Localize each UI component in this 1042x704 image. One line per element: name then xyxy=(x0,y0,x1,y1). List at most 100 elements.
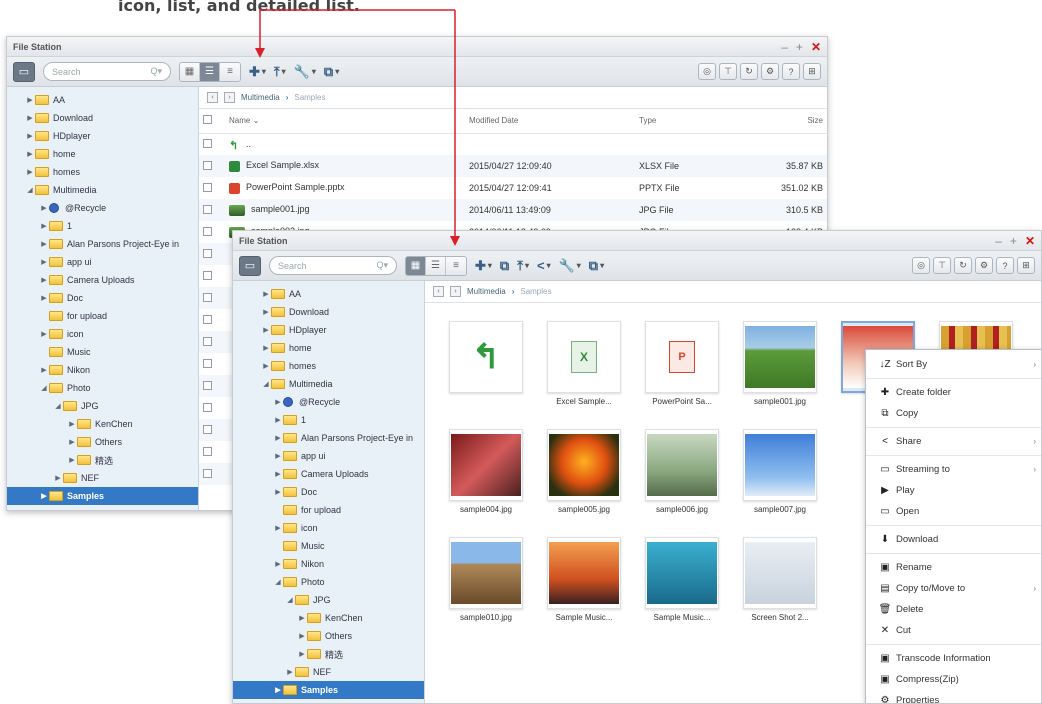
expand-arrow-icon[interactable]: ▶ xyxy=(261,308,271,316)
tree-item[interactable]: ▶ 1 xyxy=(233,411,424,429)
thumbnail-view-button[interactable]: ▦ xyxy=(180,62,200,81)
expand-arrow-icon[interactable]: ▶ xyxy=(25,132,35,140)
forward-icon[interactable]: › xyxy=(224,92,235,103)
file-tile[interactable]: ↰ xyxy=(443,321,529,397)
tree-item[interactable]: ◢ Multimedia xyxy=(7,181,198,199)
tree-item[interactable]: ▶ homes xyxy=(233,357,424,375)
expand-arrow-icon[interactable]: ▶ xyxy=(25,114,35,122)
tree-item[interactable]: ▶ Camera Uploads xyxy=(233,465,424,483)
context-menu-item[interactable]: ▣ Transcode Information xyxy=(866,648,1041,669)
expand-arrow-icon[interactable]: ▶ xyxy=(39,204,49,212)
list-view-button[interactable]: ☰ xyxy=(200,62,220,81)
tree-item[interactable]: ▶ app ui xyxy=(233,447,424,465)
row-checkbox[interactable] xyxy=(199,199,225,221)
expand-arrow-icon[interactable]: ◢ xyxy=(285,596,295,604)
expand-arrow-icon[interactable]: ▶ xyxy=(297,614,307,622)
expand-arrow-icon[interactable]: ▶ xyxy=(273,488,283,496)
row-checkbox[interactable] xyxy=(199,375,225,397)
column-header-size[interactable]: Size xyxy=(755,109,827,134)
row-checkbox[interactable] xyxy=(199,133,225,155)
context-menu-item[interactable]: ▤ Copy to/Move to › xyxy=(866,578,1041,599)
breadcrumb-item[interactable]: Samples xyxy=(294,93,325,102)
file-name-cell[interactable]: ↰.. xyxy=(225,133,465,155)
tree-item[interactable]: ▶ homes xyxy=(7,163,198,181)
tree-item[interactable]: ▶ Others xyxy=(233,627,424,645)
back-icon[interactable]: ‹ xyxy=(433,286,444,297)
expand-arrow-icon[interactable]: ▶ xyxy=(273,398,283,406)
expand-arrow-icon[interactable]: ▶ xyxy=(273,560,283,568)
column-header-type[interactable]: Type xyxy=(635,109,755,134)
tree-item[interactable]: Music xyxy=(7,343,198,361)
tree-item[interactable]: ▶ home xyxy=(7,145,198,163)
expand-arrow-icon[interactable]: ▶ xyxy=(67,438,77,446)
file-tile[interactable]: X Excel Sample... xyxy=(541,321,627,406)
tree-item[interactable]: Music xyxy=(233,537,424,555)
tree-item[interactable]: ◢ JPG xyxy=(7,397,198,415)
copy-button[interactable]: ⧉ xyxy=(500,258,509,274)
funnel-icon[interactable]: ⊤ xyxy=(719,63,737,80)
row-checkbox[interactable] xyxy=(199,287,225,309)
file-name-cell[interactable]: PowerPoint Sample.pptx xyxy=(225,177,465,199)
expand-arrow-icon[interactable]: ▶ xyxy=(53,474,63,482)
context-menu-item[interactable]: ↓Z Sort By › xyxy=(866,354,1041,375)
more-icon[interactable]: ⊞ xyxy=(1017,257,1035,274)
row-checkbox[interactable] xyxy=(199,419,225,441)
tree-item[interactable]: ◢ Photo xyxy=(233,573,424,591)
expand-arrow-icon[interactable]: ◢ xyxy=(25,186,35,194)
back-icon[interactable]: ‹ xyxy=(207,92,218,103)
refresh-icon[interactable]: ↻ xyxy=(954,257,972,274)
search-input[interactable]: Search Q▾ xyxy=(269,256,397,275)
tree-item[interactable]: ▶ app ui xyxy=(7,253,198,271)
context-menu-item[interactable]: ⧉ Copy xyxy=(866,403,1041,424)
tree-item[interactable]: ◢ JPG xyxy=(233,591,424,609)
row-checkbox[interactable] xyxy=(199,463,225,485)
detail-view-button[interactable]: ≡ xyxy=(220,62,240,81)
sidebar-toggle-button[interactable]: ▭ xyxy=(239,255,261,276)
row-checkbox[interactable] xyxy=(199,265,225,287)
expand-arrow-icon[interactable]: ▶ xyxy=(25,168,35,176)
context-menu-item[interactable]: ▭ Open xyxy=(866,501,1041,522)
table-row[interactable]: Excel Sample.xlsx 2015/04/27 12:09:40 XLSX… xyxy=(199,155,827,177)
settings-icon[interactable]: ⚙ xyxy=(761,63,779,80)
expand-arrow-icon[interactable]: ▶ xyxy=(273,452,283,460)
tree-item[interactable]: ▶ @Recycle xyxy=(233,393,424,411)
help-icon[interactable]: ? xyxy=(782,63,800,80)
table-row[interactable]: sample001.jpg 2014/06/11 13:49:09 JPG File… xyxy=(199,199,827,221)
list-view-button[interactable]: ☰ xyxy=(426,256,446,275)
breadcrumb-item[interactable]: Multimedia xyxy=(241,93,280,102)
tree-item[interactable]: ▶ 1 xyxy=(7,217,198,235)
expand-arrow-icon[interactable]: ▶ xyxy=(273,524,283,532)
row-checkbox[interactable] xyxy=(199,353,225,375)
tree-item[interactable]: ▶ Download xyxy=(7,109,198,127)
context-menu-item[interactable]: 🗑 Delete xyxy=(866,599,1041,620)
tree-item[interactable]: ◢ Photo xyxy=(7,379,198,397)
file-tile[interactable]: sample004.jpg xyxy=(443,429,529,514)
expand-arrow-icon[interactable]: ▶ xyxy=(273,416,283,424)
tree-item[interactable]: ▶ Alan Parsons Project-Eye in xyxy=(233,429,424,447)
thumbnail-view-button[interactable]: ▦ xyxy=(406,256,426,275)
tree-item[interactable]: ▶ Download xyxy=(233,303,424,321)
file-tile[interactable]: sample001.jpg xyxy=(737,321,823,406)
expand-arrow-icon[interactable]: ▶ xyxy=(39,240,49,248)
tree-item[interactable]: ◢ Multimedia xyxy=(233,375,424,393)
expand-arrow-icon[interactable]: ▶ xyxy=(273,470,283,478)
tools-button[interactable]: 🔧 ▾ xyxy=(559,258,581,274)
context-menu-item[interactable]: ⚙ Properties xyxy=(866,690,1041,703)
column-header-date[interactable]: Modified Date xyxy=(465,109,635,134)
row-checkbox[interactable] xyxy=(199,221,225,243)
tree-item[interactable]: ▶ @Recycle xyxy=(7,199,198,217)
expand-arrow-icon[interactable]: ▶ xyxy=(261,362,271,370)
funnel-icon[interactable]: ⊤ xyxy=(933,257,951,274)
tree-item[interactable]: ▶ icon xyxy=(233,519,424,537)
filter-icon[interactable]: ◎ xyxy=(912,257,930,274)
expand-arrow-icon[interactable]: ◢ xyxy=(261,380,271,388)
expand-arrow-icon[interactable]: ▶ xyxy=(67,420,77,428)
tree-item[interactable]: ▶ Nikon xyxy=(233,555,424,573)
context-menu-item[interactable]: ▣ Compress(Zip) xyxy=(866,669,1041,690)
file-tile[interactable]: sample005.jpg xyxy=(541,429,627,514)
tree-item[interactable]: ▶ HDplayer xyxy=(233,321,424,339)
expand-arrow-icon[interactable]: ▶ xyxy=(25,150,35,158)
tree-item[interactable]: ▶ Camera Uploads xyxy=(7,271,198,289)
row-checkbox[interactable] xyxy=(199,309,225,331)
breadcrumb-item[interactable]: Samples xyxy=(520,287,551,296)
